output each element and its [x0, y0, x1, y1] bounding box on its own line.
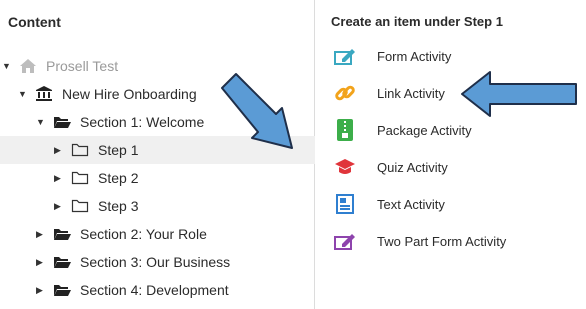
- folder-outline-icon: [70, 170, 90, 186]
- folder-outline-icon: [70, 198, 90, 214]
- expand-triangle-icon[interactable]: ▼: [2, 61, 12, 71]
- link-icon: [333, 81, 357, 105]
- activity-package[interactable]: Package Activity: [315, 112, 586, 148]
- collapse-triangle-icon[interactable]: ▶: [54, 173, 64, 184]
- folder-outline-icon: [70, 142, 90, 158]
- activity-label: Two Part Form Activity: [377, 233, 507, 249]
- collapse-triangle-icon[interactable]: ▶: [36, 285, 46, 296]
- tree-item-step-1[interactable]: ▶ Step 1 •••: [0, 136, 368, 164]
- tree-item-course[interactable]: ▼ New Hire Onboarding: [0, 80, 332, 108]
- folder-open-icon: [52, 282, 72, 298]
- content-tree-panel: Content ▼ Prosell Test ▼ New Hire Onboar…: [0, 0, 368, 309]
- activity-label: Quiz Activity: [377, 159, 448, 175]
- activity-two-part-form[interactable]: Two Part Form Activity: [315, 223, 586, 259]
- activity-label: Form Activity: [377, 48, 452, 64]
- tree-item-section-4[interactable]: ▶ Section 4: Development: [0, 276, 350, 304]
- tree-item-label: Section 2: Your Role: [80, 226, 207, 242]
- activity-link[interactable]: Link Activity: [315, 75, 586, 111]
- tree-item-label: New Hire Onboarding: [62, 86, 197, 102]
- graduation-cap-icon: [333, 155, 357, 179]
- panel-title: Content: [8, 14, 61, 30]
- form-edit-icon: [333, 44, 357, 68]
- activity-label: Package Activity: [377, 122, 472, 138]
- create-item-panel: Create an item under Step 1 Form Activit…: [315, 0, 586, 309]
- activity-form[interactable]: Form Activity: [315, 38, 586, 74]
- activity-quiz[interactable]: Quiz Activity: [315, 149, 586, 185]
- tree-item-section-1[interactable]: ▼ Section 1: Welcome: [0, 108, 350, 136]
- folder-open-icon: [52, 254, 72, 270]
- collapse-triangle-icon[interactable]: ▶: [54, 145, 64, 156]
- tree-item-label: Section 1: Welcome: [80, 114, 205, 130]
- tree-item-section-3[interactable]: ▶ Section 3: Our Business: [0, 248, 350, 276]
- tree-item-label: Section 4: Development: [80, 282, 229, 298]
- activity-label: Link Activity: [377, 85, 445, 101]
- panel-title: Create an item under Step 1: [331, 14, 503, 29]
- collapse-triangle-icon[interactable]: ▶: [54, 201, 64, 212]
- tree-item-step-2[interactable]: ▶ Step 2: [0, 164, 368, 192]
- institution-icon: [34, 86, 54, 102]
- activity-text[interactable]: Text Activity: [315, 186, 586, 222]
- tree-item-root[interactable]: ▼ Prosell Test: [0, 52, 316, 80]
- expand-triangle-icon[interactable]: ▼: [18, 89, 28, 99]
- home-icon: [18, 58, 38, 74]
- activity-label: Text Activity: [377, 196, 445, 212]
- tree-item-label: Step 3: [98, 198, 139, 214]
- expand-triangle-icon[interactable]: ▼: [36, 117, 46, 127]
- folder-open-icon: [52, 114, 72, 130]
- tree-item-step-3[interactable]: ▶ Step 3: [0, 192, 368, 220]
- tree-item-label: Step 1: [98, 142, 139, 158]
- tree-item-section-2[interactable]: ▶ Section 2: Your Role: [0, 220, 350, 248]
- collapse-triangle-icon[interactable]: ▶: [36, 257, 46, 268]
- document-text-icon: [333, 192, 357, 216]
- tree-item-label: Prosell Test: [46, 58, 119, 74]
- tree-item-label: Section 3: Our Business: [80, 254, 231, 270]
- zip-package-icon: [333, 118, 357, 142]
- collapse-triangle-icon[interactable]: ▶: [36, 229, 46, 240]
- folder-open-icon: [52, 226, 72, 242]
- tree-item-label: Step 2: [98, 170, 139, 186]
- form-edit-icon: [333, 229, 357, 253]
